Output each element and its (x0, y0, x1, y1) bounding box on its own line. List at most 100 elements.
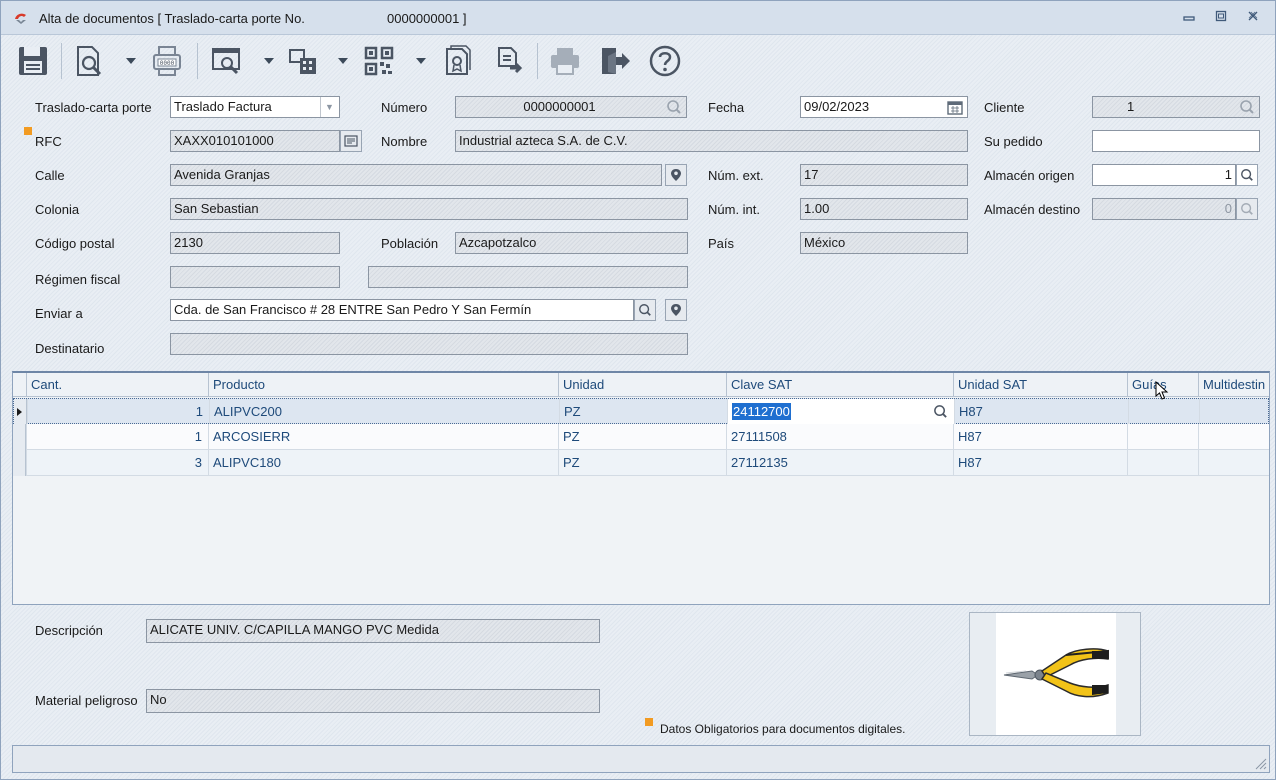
cell-clave-sat[interactable]: 27111508 (726, 424, 953, 450)
print-preview-button[interactable] (207, 39, 247, 83)
enviar-search-button[interactable] (634, 299, 656, 321)
save-button[interactable] (13, 39, 53, 83)
cell-unidad[interactable]: PZ (559, 399, 727, 425)
grid-header: Cant. Producto Unidad Clave SAT Unidad S… (13, 373, 1269, 397)
table-row[interactable]: 3 ALIPVC180 PZ 27112135 H87 (13, 450, 1269, 476)
destinatario-label: Destinatario (35, 341, 105, 356)
document-export-button[interactable] (489, 39, 529, 83)
su-pedido-input[interactable] (1092, 130, 1260, 152)
help-button[interactable] (645, 39, 685, 83)
restore-button[interactable] (1211, 9, 1231, 27)
chevron-down-icon[interactable] (413, 53, 429, 69)
traslado-select[interactable]: Traslado Factura ▼ (170, 96, 340, 118)
exit-button[interactable] (595, 39, 635, 83)
column-header-clave-sat[interactable]: Clave SAT (726, 373, 953, 397)
rfc-value: XAXX010101000 (174, 133, 274, 148)
qr-code-icon (364, 46, 394, 76)
print-button[interactable] (545, 39, 585, 83)
cell-multidestin[interactable] (1198, 424, 1269, 450)
chevron-down-icon[interactable]: ▼ (320, 97, 338, 117)
column-header-producto[interactable]: Producto (208, 373, 558, 397)
cell-producto[interactable]: ALIPVC200 (209, 399, 559, 425)
preview-document-button[interactable] (69, 39, 109, 83)
cell-unidad[interactable]: PZ (558, 424, 726, 450)
poblacion-field[interactable]: Azcapotzalco (455, 232, 688, 254)
num-int-field[interactable]: 1.00 (800, 198, 968, 220)
cell-guias[interactable] (1127, 424, 1198, 450)
pliers-image (1003, 648, 1109, 698)
almacen-origen-search-button[interactable] (1236, 164, 1258, 186)
cp-field[interactable]: 2130 (170, 232, 340, 254)
column-header-cant[interactable]: Cant. (26, 373, 208, 397)
pais-field[interactable]: México (800, 232, 968, 254)
table-row[interactable]: 1 ALIPVC200 PZ 24112700 H87 (13, 398, 1270, 425)
cell-unidad-sat[interactable]: H87 (953, 424, 1127, 450)
resize-grip-icon[interactable] (1253, 756, 1267, 770)
cell-cant[interactable]: 1 (26, 424, 208, 450)
fecha-input[interactable]: 09/02/2023 (800, 96, 968, 118)
cell-cant[interactable]: 3 (26, 450, 208, 476)
print-numbered-icon: 0000 (153, 46, 181, 76)
material-peligroso-field: No (146, 689, 600, 713)
row-indicator (13, 424, 26, 450)
regimen-field[interactable] (170, 266, 340, 288)
search-icon[interactable] (666, 99, 682, 115)
preview-document-icon (77, 46, 102, 76)
rfc-label: RFC (35, 134, 62, 149)
cell-guias[interactable] (1128, 399, 1199, 425)
almacen-origen-label: Almacén origen (984, 168, 1075, 183)
calle-map-button[interactable] (665, 164, 687, 186)
document-export-icon (498, 47, 523, 74)
map-pin-icon (671, 304, 681, 316)
cell-multidestin[interactable] (1199, 399, 1270, 425)
chevron-down-icon[interactable] (335, 53, 351, 69)
print-numbered-button[interactable]: 0000 (147, 39, 187, 83)
cp-value: 2130 (174, 235, 203, 250)
search-icon[interactable] (1239, 99, 1255, 115)
cliente-field[interactable]: 1 (1092, 96, 1260, 118)
search-icon[interactable] (933, 404, 948, 419)
minimize-button[interactable] (1179, 9, 1199, 27)
enviar-map-button[interactable] (665, 299, 687, 321)
clave-sat-selected-text[interactable]: 24112700 (732, 403, 791, 420)
table-row[interactable]: 1 ARCOSIERR PZ 27111508 H87 (13, 424, 1269, 450)
cell-clave-sat-editor[interactable]: 24112700 (727, 399, 954, 425)
toolbar-separator (61, 43, 62, 79)
building-tool-button[interactable] (283, 39, 323, 83)
cell-producto[interactable]: ALIPVC180 (208, 450, 558, 476)
cell-cant[interactable]: 1 (27, 399, 209, 425)
cell-unidad-sat[interactable]: H87 (953, 450, 1127, 476)
column-header-unidad-sat[interactable]: Unidad SAT (953, 373, 1127, 397)
calendar-icon[interactable] (947, 99, 963, 115)
regimen-description-field (368, 266, 688, 288)
rfc-card-button[interactable] (340, 130, 362, 152)
num-ext-field[interactable]: 17 (800, 164, 968, 186)
qr-code-button[interactable] (359, 39, 399, 83)
products-grid[interactable]: Cant. Producto Unidad Clave SAT Unidad S… (12, 371, 1270, 605)
app-logo-icon (15, 13, 26, 24)
cell-clave-sat[interactable]: 27112135 (726, 450, 953, 476)
column-header-unidad[interactable]: Unidad (558, 373, 726, 397)
cell-guias[interactable] (1127, 450, 1198, 476)
calle-field[interactable]: Avenida Granjas (170, 164, 662, 186)
cell-producto[interactable]: ARCOSIERR (208, 424, 558, 450)
rfc-field[interactable]: XAXX010101000 (170, 130, 340, 152)
su-pedido-label: Su pedido (984, 134, 1043, 149)
column-header-multidestin[interactable]: Multidestin (1198, 373, 1269, 397)
enviar-input[interactable]: Cda. de San Francisco # 28 ENTRE San Ped… (170, 299, 634, 321)
num-int-value: 1.00 (804, 201, 830, 216)
chevron-down-icon[interactable] (123, 53, 139, 69)
cell-unidad-sat[interactable]: H87 (954, 399, 1128, 425)
close-button[interactable] (1243, 9, 1263, 27)
chevron-down-icon[interactable] (261, 53, 277, 69)
cell-unidad[interactable]: PZ (558, 450, 726, 476)
destinatario-field[interactable] (170, 333, 688, 355)
toolbar-separator (197, 43, 198, 79)
colonia-field[interactable]: San Sebastian (170, 198, 688, 220)
cell-multidestin[interactable] (1198, 450, 1269, 476)
almacen-origen-value: 1 (1224, 167, 1232, 182)
document-stamp-button[interactable] (437, 39, 477, 83)
almacen-origen-input[interactable]: 1 (1092, 164, 1236, 186)
numero-field[interactable]: 0000000001 (455, 96, 687, 118)
nombre-field[interactable]: Industrial azteca S.A. de C.V. (455, 130, 968, 152)
